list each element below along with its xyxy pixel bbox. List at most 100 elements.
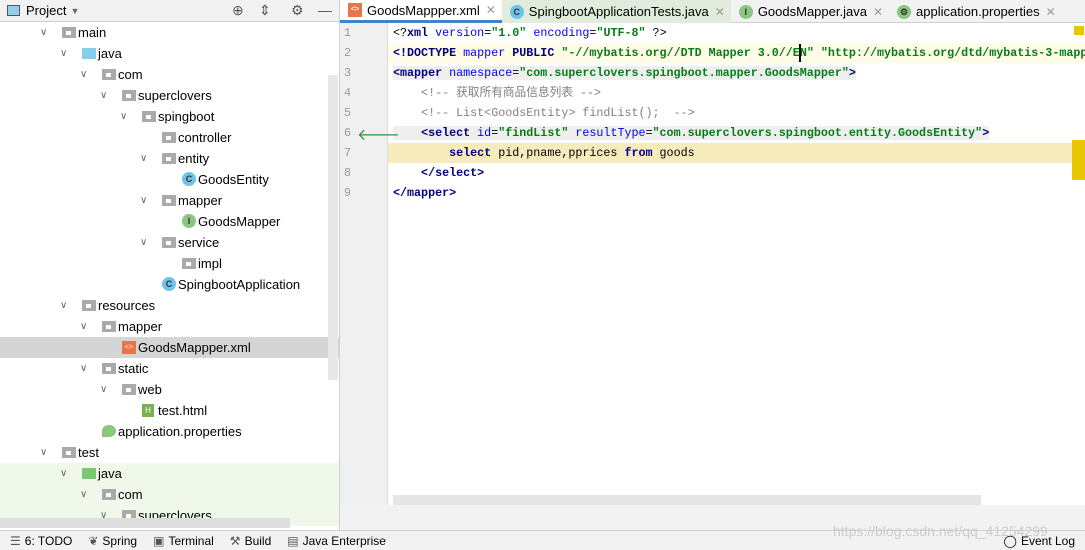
close-icon[interactable]: ✕ — [873, 5, 883, 19]
tree-item[interactable]: ∨ com — [0, 64, 339, 85]
build-button[interactable]: ⚒ Build — [230, 534, 271, 548]
chevron-down-icon[interactable]: ▼ — [70, 6, 79, 16]
tab-spingbootapplicationtests-java[interactable]: C SpingbootApplicationTests.java ✕ — [501, 0, 731, 23]
tree-item[interactable]: Htest.html — [0, 400, 339, 421]
inspection-marker[interactable] — [1074, 26, 1084, 35]
collapse-all-icon[interactable]: ⇕ — [259, 2, 271, 19]
tree-item[interactable]: C SpingbootApplication — [0, 274, 339, 295]
tab-label: GoodsMappper.xml — [367, 2, 480, 18]
tree-item[interactable]: ∨ resources — [0, 295, 339, 316]
tab-application-properties[interactable]: ⚙ application.properties ✕ — [889, 0, 1062, 23]
code-line[interactable]: </mapper> — [388, 183, 1085, 203]
line-number: 5 — [344, 106, 352, 120]
code-content: <?xml version="1.0" encoding="UTF-8" ?> — [393, 26, 667, 40]
gear-icon[interactable]: ⚙ — [291, 2, 304, 19]
code-line[interactable]: <!-- List<GoodsEntity> findList(); --> — [388, 103, 1085, 123]
code-line[interactable]: <!-- 获取所有商品信息列表 --> — [388, 83, 1085, 103]
tree-item-label: GoodsMapper — [198, 214, 281, 229]
tree-item[interactable]: ∨ superclovers — [0, 85, 339, 106]
tree-item[interactable]: ∨ test — [0, 442, 339, 463]
tree-item[interactable]: ∨ main — [0, 22, 339, 43]
chevron-down-icon[interactable]: ∨ — [60, 463, 67, 484]
code-token: = — [645, 126, 653, 140]
tree-item[interactable]: impl — [0, 253, 339, 274]
chevron-down-icon[interactable]: ∨ — [140, 148, 147, 169]
code-line[interactable]: <select id="findList" resultType="com.su… — [388, 123, 1085, 143]
code-content: <!-- 获取所有商品信息列表 --> — [393, 86, 601, 100]
tree-item-label: GoodsMappper.xml — [138, 340, 251, 355]
code-token: "1.0" — [491, 26, 534, 40]
code-token: "com.superclovers.spingboot.mapper.Goods… — [519, 66, 849, 80]
tree-item[interactable]: ∨ service — [0, 232, 339, 253]
tree-item[interactable]: I GoodsMapper — [0, 211, 339, 232]
java-enterprise-button[interactable]: ▤ Java Enterprise — [287, 534, 386, 548]
close-icon[interactable]: ✕ — [715, 5, 725, 19]
minimize-icon[interactable]: — — [318, 2, 332, 18]
chevron-down-icon[interactable]: ∨ — [60, 43, 67, 64]
tree-item[interactable]: ∨ com — [0, 484, 339, 505]
tree-item[interactable]: ∨ mapper — [0, 316, 339, 337]
code-content: <!-- List<GoodsEntity> findList(); --> — [393, 106, 695, 120]
code-token: <mapper — [393, 66, 450, 80]
tree-item[interactable]: ∨ entity — [0, 148, 339, 169]
terminal-button[interactable]: ▣ Terminal — [153, 534, 214, 548]
tab-label: SpingbootApplicationTests.java — [528, 4, 709, 19]
code-content: </select> — [393, 166, 484, 180]
tab-goodsmapper-java[interactable]: I GoodsMapper.java ✕ — [731, 0, 889, 23]
project-title[interactable]: Project — [26, 3, 66, 18]
chevron-down-icon[interactable]: ∨ — [80, 316, 87, 337]
code-line[interactable]: <?xml version="1.0" encoding="UTF-8" ?> — [388, 23, 1085, 43]
horizontal-scrollbar[interactable] — [393, 495, 981, 505]
class-icon: C — [509, 4, 524, 19]
navigate-arrow-icon[interactable]: 🡐 — [357, 124, 400, 145]
tree-item[interactable]: ∨ java — [0, 43, 339, 64]
code-token: xml — [407, 26, 436, 40]
code-line[interactable]: </select> — [388, 163, 1085, 183]
chevron-down-icon[interactable]: ∨ — [40, 22, 47, 43]
tree-item[interactable]: ∨ java — [0, 463, 339, 484]
chevron-down-icon[interactable]: ∨ — [100, 379, 107, 400]
chevron-down-icon[interactable]: ∨ — [80, 358, 87, 379]
tree-item-label: mapper — [118, 319, 163, 334]
tree-item-label: SpingbootApplication — [178, 277, 301, 292]
tab-goodsmappper-xml[interactable]: <> GoodsMappper.xml ✕ — [340, 0, 502, 23]
tree-item[interactable]: ∨ web — [0, 379, 339, 400]
code-token: PUBLIC — [512, 46, 562, 60]
code-line[interactable]: <!DOCTYPE mapper PUBLIC "-//mybatis.org/… — [388, 43, 1085, 63]
chevron-down-icon[interactable]: ∨ — [80, 484, 87, 505]
tree-item[interactable]: controller — [0, 127, 339, 148]
code-editor[interactable]: <?xml version="1.0" encoding="UTF-8" ?> <… — [388, 23, 1085, 493]
project-panel-header: Project ▼ ⊕ ⇕ ⚙ — — [0, 0, 339, 22]
close-icon[interactable]: ✕ — [1046, 5, 1056, 19]
close-icon[interactable]: ✕ — [486, 3, 496, 17]
folder-icon — [102, 489, 116, 500]
chevron-down-icon[interactable]: ∨ — [120, 106, 127, 127]
line-number: 7 — [344, 146, 352, 160]
folder-icon — [82, 48, 96, 59]
tree-item[interactable]: ∨ mapper — [0, 190, 339, 211]
code-token: "-//mybatis.org//DTD Mapper 3.0//EN" "ht… — [561, 46, 1085, 60]
tree-item[interactable]: ∨ spingboot — [0, 106, 339, 127]
folder-icon — [162, 195, 176, 206]
chevron-down-icon[interactable]: ∨ — [140, 232, 147, 253]
chevron-down-icon[interactable]: ∨ — [80, 64, 87, 85]
list-icon: ☰ — [10, 533, 21, 548]
chevron-down-icon[interactable]: ∨ — [40, 442, 47, 463]
tree-item[interactable]: ∨ static — [0, 358, 339, 379]
tree-vertical-scrollbar[interactable] — [328, 75, 338, 380]
locate-icon[interactable]: ⊕ — [232, 2, 244, 19]
scrollbar-marker[interactable] — [1072, 140, 1085, 180]
folder-icon — [62, 447, 76, 458]
tree-horizontal-scrollbar[interactable] — [0, 518, 290, 528]
tree-item[interactable]: <> GoodsMappper.xml — [0, 337, 339, 358]
spring-button[interactable]: ❦ Spring — [88, 534, 137, 548]
code-line[interactable]: select pid,pname,pprices from goods — [388, 143, 1085, 163]
todo-button[interactable]: ☰ 6: TODO — [10, 534, 72, 548]
code-line[interactable]: <mapper namespace="com.superclovers.spin… — [388, 63, 1085, 83]
chevron-down-icon[interactable]: ∨ — [100, 85, 107, 106]
tree-item[interactable]: application.properties — [0, 421, 339, 442]
chevron-down-icon[interactable]: ∨ — [60, 295, 67, 316]
tree-item-label: main — [78, 25, 107, 40]
chevron-down-icon[interactable]: ∨ — [140, 190, 147, 211]
tree-item[interactable]: C GoodsEntity — [0, 169, 339, 190]
